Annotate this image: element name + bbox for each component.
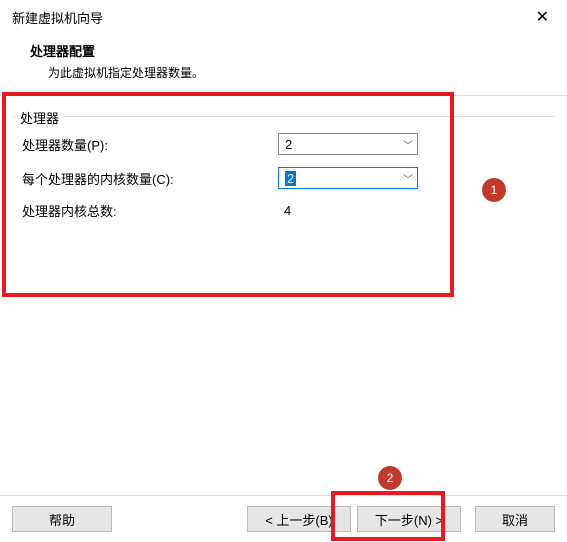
annotation-badge-2: 2 bbox=[378, 466, 402, 490]
annotation-badge-1: 1 bbox=[482, 178, 506, 202]
help-button[interactable]: 帮助 bbox=[12, 506, 112, 532]
processor-fieldset: 处理器 处理器数量(P): 2 ﹀ 每个处理器的内核数量(C): 2 ﹀ 处理器… bbox=[12, 116, 555, 246]
back-button[interactable]: < 上一步(B) bbox=[247, 506, 351, 532]
processors-label: 处理器数量(P): bbox=[20, 135, 278, 154]
window-title: 新建虚拟机向导 bbox=[12, 8, 103, 27]
cores-per-processor-row: 每个处理器的内核数量(C): 2 ﹀ bbox=[12, 161, 555, 195]
total-cores-label: 处理器内核总数: bbox=[20, 201, 278, 220]
nav-button-group: < 上一步(B) 下一步(N) > 取消 bbox=[247, 506, 555, 532]
close-icon[interactable]: ✕ bbox=[530, 10, 555, 26]
cores-per-processor-label: 每个处理器的内核数量(C): bbox=[20, 169, 278, 188]
header-section: 处理器配置 为此虚拟机指定处理器数量。 bbox=[0, 31, 567, 95]
title-bar: 新建虚拟机向导 ✕ bbox=[0, 0, 567, 31]
page-subtitle: 为此虚拟机指定处理器数量。 bbox=[30, 64, 555, 81]
cancel-button[interactable]: 取消 bbox=[475, 506, 555, 532]
processors-select[interactable]: 2 ﹀ bbox=[278, 133, 418, 155]
chevron-down-icon: ﹀ bbox=[403, 137, 413, 152]
cores-per-processor-value: 2 bbox=[285, 171, 296, 186]
chevron-down-icon: ﹀ bbox=[403, 171, 413, 186]
fieldset-legend: 处理器 bbox=[16, 108, 63, 127]
page-title: 处理器配置 bbox=[30, 41, 555, 60]
content-area: 处理器 处理器数量(P): 2 ﹀ 每个处理器的内核数量(C): 2 ﹀ 处理器… bbox=[0, 95, 567, 246]
total-cores-row: 处理器内核总数: 4 bbox=[12, 195, 555, 226]
total-cores-value: 4 bbox=[278, 203, 291, 218]
processors-row: 处理器数量(P): 2 ﹀ bbox=[12, 127, 555, 161]
processors-value: 2 bbox=[285, 137, 292, 152]
next-button[interactable]: 下一步(N) > bbox=[357, 506, 461, 532]
button-bar: 帮助 < 上一步(B) 下一步(N) > 取消 bbox=[0, 495, 567, 532]
cores-per-processor-select[interactable]: 2 ﹀ bbox=[278, 167, 418, 189]
